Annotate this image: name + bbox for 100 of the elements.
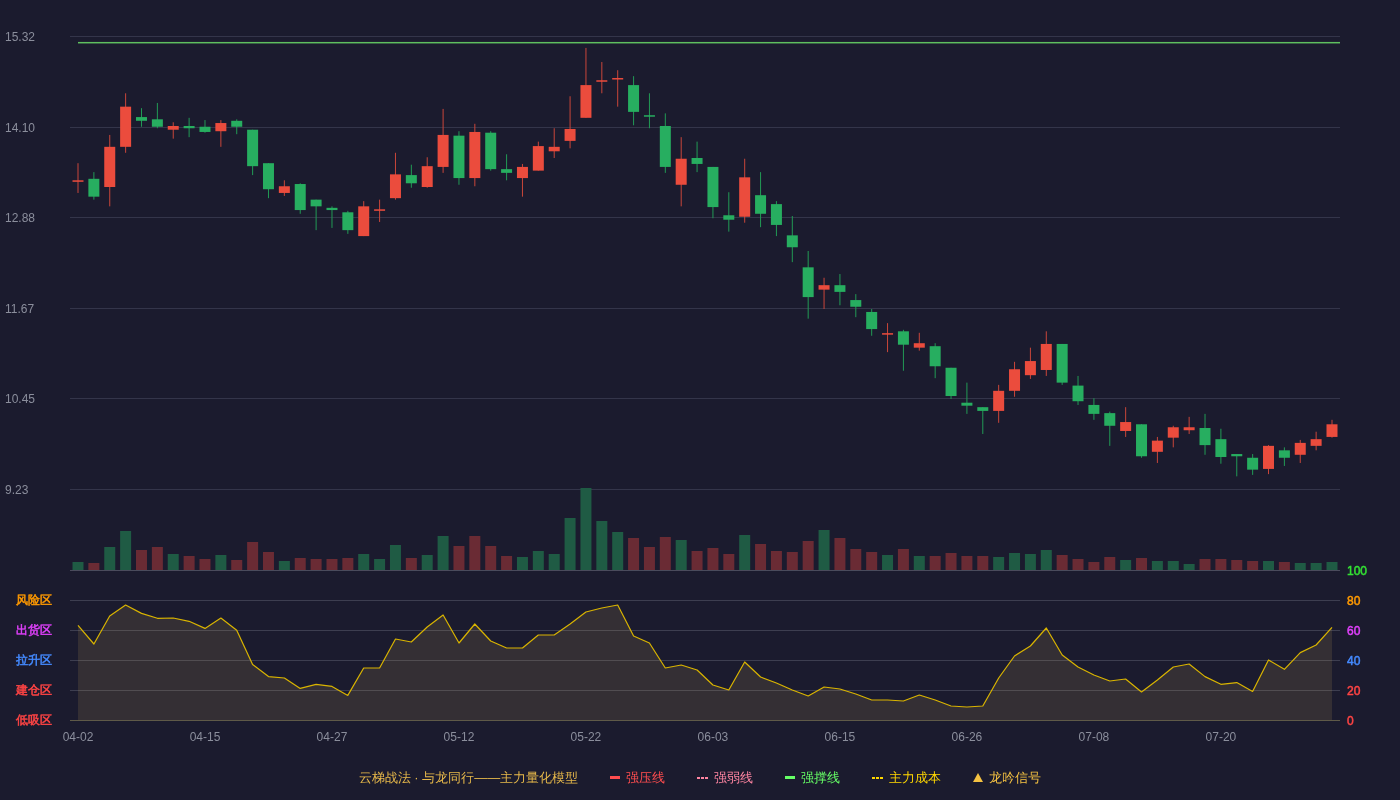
candle xyxy=(739,158,751,223)
axis-label: 04-02 xyxy=(62,730,94,744)
candle xyxy=(564,96,576,149)
candle xyxy=(1120,407,1132,437)
candle xyxy=(691,141,703,173)
legend-title: 云梯战法 · 与龙同行——主力量化模型 xyxy=(358,768,579,787)
candle xyxy=(358,201,370,237)
candle xyxy=(72,163,84,193)
axis-label: 06-03 xyxy=(697,730,729,744)
candle xyxy=(136,108,147,127)
candle xyxy=(294,183,306,214)
axis-label: 06-26 xyxy=(951,730,983,744)
axis-label: 05-22 xyxy=(570,730,602,744)
zone-label: 风险区 xyxy=(16,593,52,607)
candle xyxy=(897,329,909,371)
candle xyxy=(1009,361,1021,397)
candle xyxy=(215,120,227,147)
candle xyxy=(675,137,687,207)
axis-label: 20 xyxy=(1347,683,1361,698)
candle xyxy=(945,367,957,399)
candle xyxy=(993,384,1005,423)
candle xyxy=(1056,343,1068,385)
legend-item[interactable]: 主力成本 xyxy=(872,768,942,787)
candle xyxy=(199,120,211,133)
axis-label: 9.23 xyxy=(5,482,29,497)
candle xyxy=(596,62,608,94)
legend-item[interactable]: 强撑线 xyxy=(785,768,841,787)
candle xyxy=(723,192,735,232)
candle xyxy=(1326,419,1338,438)
zone-label: 低吸区 xyxy=(16,713,52,727)
candle xyxy=(929,343,941,379)
candle xyxy=(866,309,878,336)
axis-label: 07-08 xyxy=(1078,730,1110,744)
candle xyxy=(151,102,163,129)
candle xyxy=(580,47,592,118)
candle xyxy=(1040,331,1052,376)
candle xyxy=(501,154,513,181)
candle xyxy=(1072,375,1084,405)
candle xyxy=(1231,454,1243,477)
candle xyxy=(707,166,719,219)
candle xyxy=(167,122,179,139)
candle xyxy=(659,113,671,173)
candle xyxy=(850,294,862,318)
candle xyxy=(977,407,989,434)
candle xyxy=(516,163,528,197)
axis-label: 10.45 xyxy=(5,391,36,406)
axis-label: 15.32 xyxy=(5,29,36,44)
candle xyxy=(1278,447,1290,466)
candle xyxy=(913,332,925,351)
axis-label: 05-12 xyxy=(443,730,475,744)
axis-label: 40 xyxy=(1347,653,1361,668)
candle xyxy=(1294,439,1306,463)
axis-label: 14.10 xyxy=(5,120,36,135)
candle xyxy=(961,382,973,414)
legend-item[interactable]: 强弱线 xyxy=(697,768,754,787)
candle xyxy=(231,119,243,135)
candle xyxy=(342,210,354,234)
axis-label: 07-20 xyxy=(1205,730,1237,744)
axis-label: 0 xyxy=(1347,713,1354,728)
candle xyxy=(88,172,100,200)
candle xyxy=(770,201,782,237)
axis-label: 04-15 xyxy=(189,730,221,744)
candle xyxy=(1263,445,1274,475)
candle xyxy=(1104,411,1116,446)
candle xyxy=(469,123,481,187)
candle xyxy=(612,70,624,107)
candle xyxy=(548,128,560,158)
zone-label: 建仓区 xyxy=(16,683,52,697)
candle xyxy=(1215,428,1227,464)
candle xyxy=(310,199,322,231)
candle xyxy=(120,93,132,153)
candle xyxy=(485,131,497,171)
axis-label: 80 xyxy=(1347,593,1361,608)
candle xyxy=(263,163,274,199)
candle xyxy=(882,323,894,353)
candle xyxy=(1088,398,1100,420)
candle xyxy=(786,216,798,263)
candle xyxy=(643,93,655,129)
candle xyxy=(374,199,386,222)
candle xyxy=(389,152,401,200)
axis-label: 04-27 xyxy=(316,730,348,744)
candle xyxy=(278,180,290,196)
candle xyxy=(1136,424,1147,458)
candle xyxy=(405,164,417,188)
candle xyxy=(1024,347,1036,379)
candle xyxy=(628,76,640,126)
candle xyxy=(247,129,259,176)
candle xyxy=(1310,431,1322,451)
candle xyxy=(1199,413,1211,455)
candle xyxy=(1183,416,1195,434)
candle xyxy=(802,250,814,319)
legend-item[interactable]: 龙吟信号 xyxy=(973,768,1042,787)
candle xyxy=(1247,454,1259,475)
candle xyxy=(421,157,433,188)
axis-label: 11.67 xyxy=(5,301,35,316)
candle xyxy=(326,206,338,228)
candle xyxy=(818,277,830,309)
legend-item[interactable]: 强压线 xyxy=(610,768,666,787)
zone-label: 出货区 xyxy=(16,623,52,637)
axis-label: 100 xyxy=(1347,563,1368,578)
